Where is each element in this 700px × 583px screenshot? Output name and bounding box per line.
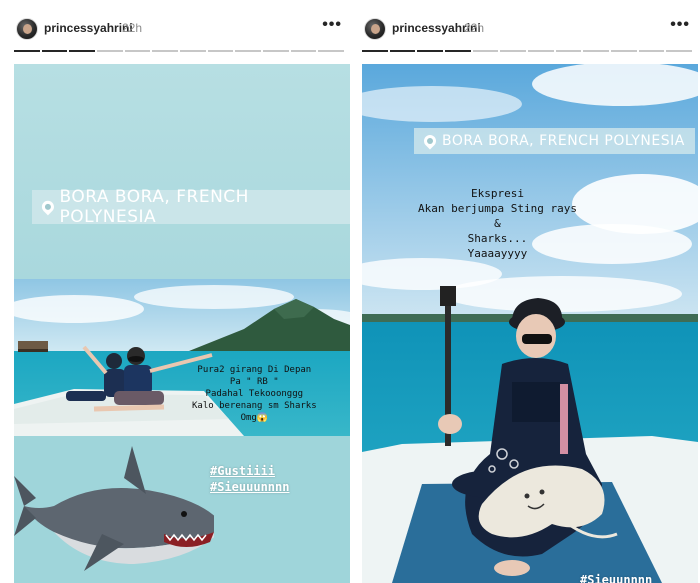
progress-segment — [152, 50, 179, 52]
progress-segment — [180, 50, 206, 52]
progress-segment — [235, 50, 262, 52]
story-frame[interactable]: BORA BORA, FRENCH POLYNESIA Pura2 girang… — [14, 64, 350, 583]
hashtag-block: #Gustiiii #Sieuuunnnn — [210, 463, 289, 495]
hashtag-link[interactable]: #Gustiiii — [210, 463, 289, 479]
progress-segment — [638, 50, 665, 52]
progress-segment — [666, 50, 693, 52]
timestamp: 22h — [464, 21, 485, 35]
story-caption: Ekspresi Akan berjumpa Sting rays & Shar… — [418, 187, 577, 260]
location-label: BORA BORA, FRENCH POLYNESIA — [59, 187, 249, 227]
username[interactable]: princessyahrini — [44, 21, 133, 35]
progress-segment — [263, 50, 289, 52]
story-panel-right[interactable]: princessyahrini 22h ••• BORA BORA, FRENC… — [354, 0, 698, 583]
progress-segment — [583, 50, 610, 52]
progress-segment — [472, 50, 499, 52]
progress-segment — [500, 50, 527, 52]
location-sticker[interactable]: BORA BORA, FRENCH POLYNESIA — [414, 128, 695, 154]
location-sticker[interactable]: BORA BORA, FRENCH POLYNESIA — [32, 187, 350, 227]
hashtag-link[interactable]: #Sieuunnnn — [580, 572, 652, 583]
hashtag-block: #Sieuunnnn — [580, 572, 652, 583]
story-caption: Pura2 girang Di Depan Pa " RB " Padahal … — [192, 365, 317, 423]
progress-segment — [417, 50, 444, 52]
story-progress-bar — [362, 50, 693, 53]
progress-segment — [290, 50, 317, 52]
progress-segment — [611, 50, 637, 52]
map-pin-icon — [39, 198, 57, 216]
shark-sticker[interactable] — [14, 436, 224, 583]
sky-background — [14, 64, 350, 279]
more-options-icon[interactable]: ••• — [322, 16, 342, 34]
progress-segment — [362, 50, 388, 52]
progress-segment — [389, 50, 416, 52]
timestamp: 22h — [122, 21, 143, 35]
avatar[interactable] — [16, 18, 38, 40]
progress-segment — [528, 50, 554, 52]
progress-segment — [124, 50, 151, 52]
story-header: princessyahrini 22h ••• — [6, 0, 350, 56]
progress-segment — [318, 50, 345, 52]
bottom-panel — [14, 436, 350, 583]
progress-segment — [41, 50, 68, 52]
story-progress-bar — [14, 50, 345, 53]
hashtag-link[interactable]: #Sieuuunnnn — [210, 479, 289, 495]
map-pin-icon — [421, 132, 439, 150]
progress-segment — [445, 50, 471, 52]
story-panel-left[interactable]: princessyahrini 22h ••• BORA BORA, FRENC… — [6, 0, 350, 583]
progress-segment — [555, 50, 582, 52]
progress-segment — [69, 50, 96, 52]
more-options-icon[interactable]: ••• — [670, 16, 690, 34]
location-label: BORA BORA, FRENCH POLYNESIA — [442, 133, 685, 149]
story-frame[interactable]: BORA BORA, FRENCH POLYNESIA Ekspresi Aka… — [362, 64, 698, 583]
progress-segment — [14, 50, 40, 52]
progress-segment — [97, 50, 123, 52]
progress-segment — [207, 50, 234, 52]
avatar[interactable] — [364, 18, 386, 40]
story-header: princessyahrini 22h ••• — [354, 0, 698, 56]
